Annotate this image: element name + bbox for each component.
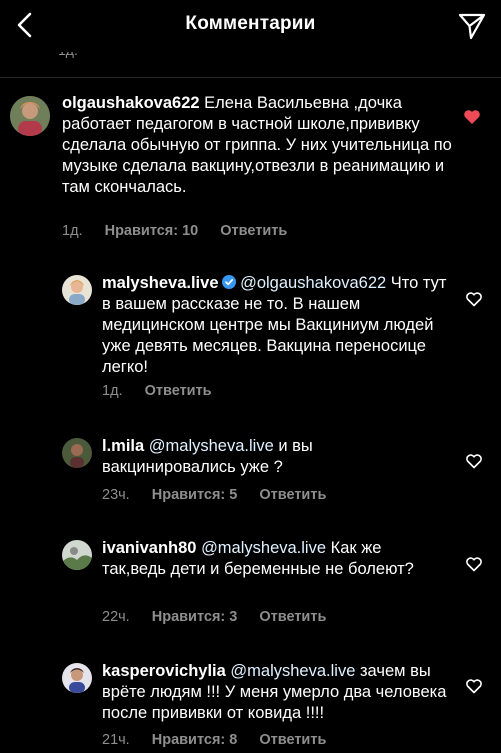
likes-count[interactable]: Нравится: 8 [152,732,238,748]
comment-meta: 1д. Ответить [102,383,230,399]
avatar[interactable] [10,96,50,136]
avatar[interactable] [62,275,92,305]
comment-item: malysheva.live @olgaushakova622 Что тут … [0,270,501,410]
reply-button[interactable]: Ответить [259,609,326,625]
header-bar: Комментарии [0,0,501,52]
likes-count[interactable]: Нравится: 10 [105,223,199,239]
comment-meta: 22ч. Нравится: 3 Ответить [102,609,344,625]
mention-link[interactable]: @malysheva.live [201,539,326,557]
heart-outline-icon[interactable] [465,291,483,307]
comment-username[interactable]: malysheva.live [102,274,219,292]
avatar-image [62,438,92,468]
heart-outline-icon[interactable] [465,453,483,469]
comment-item: l.mila @malysheva.live и вы вакцинировал… [0,433,501,513]
heart-outline-icon[interactable] [465,556,483,572]
comment-meta: 1д. Нравится: 10 Ответить [62,223,305,239]
avatar[interactable] [62,438,92,468]
likes-count[interactable]: Нравится: 3 [152,609,238,625]
reply-button[interactable]: Ответить [220,223,287,239]
comment-time: 1д. [102,383,123,399]
verified-badge-icon [221,275,236,289]
mention-link[interactable]: @olgaushakova622 [240,274,386,292]
divider [0,77,501,78]
comment-text: malysheva.live @olgaushakova622 Что тут … [102,273,447,378]
reply-button[interactable]: Ответить [259,732,326,748]
comment-time: 1д. [62,223,83,239]
comment-time: 23ч. [102,487,130,503]
heart-outline-icon[interactable] [465,678,483,694]
mention-link[interactable]: @malysheva.live [149,437,274,455]
comment-item: ivanivanh80 @malysheva.live Как же так,в… [0,535,501,635]
comment-item: kasperovichylia @malysheva.live зачем вы… [0,658,501,753]
likes-count[interactable]: Нравится: 5 [152,487,238,503]
comment-time: 21ч. [102,732,130,748]
comment-time: 22ч. [102,609,130,625]
page-title: Комментарии [185,13,316,34]
comment-username[interactable]: kasperovichylia [102,662,226,680]
direct-send-icon[interactable] [457,11,487,41]
avatar-image [62,663,92,693]
comment-item: olgaushakova622 Елена Васильевна ,дочка … [0,88,501,248]
mention-link[interactable]: @malysheva.live [230,662,355,680]
comment-username[interactable]: l.mila [102,437,144,455]
comment-text: olgaushakova622 Елена Васильевна ,дочка … [62,93,457,198]
avatar-image [10,96,50,136]
comment-username[interactable]: olgaushakova622 [62,94,200,112]
avatar-image [62,540,92,570]
reply-button[interactable]: Ответить [259,487,326,503]
comment-text: kasperovichylia @malysheva.live зачем вы… [102,661,447,724]
comment-meta: 21ч. Нравится: 8 Ответить [102,732,344,748]
comment-text: l.mila @malysheva.live и вы вакцинировал… [102,436,402,478]
avatar[interactable] [62,540,92,570]
reply-button[interactable]: Ответить [145,383,212,399]
avatar[interactable] [62,663,92,693]
avatar-image [62,275,92,305]
comment-username[interactable]: ivanivanh80 [102,539,196,557]
comment-text: ivanivanh80 @malysheva.live Как же так,в… [102,538,417,580]
heart-filled-icon[interactable] [463,109,481,125]
comment-meta: 23ч. Нравится: 5 Ответить [102,487,344,503]
